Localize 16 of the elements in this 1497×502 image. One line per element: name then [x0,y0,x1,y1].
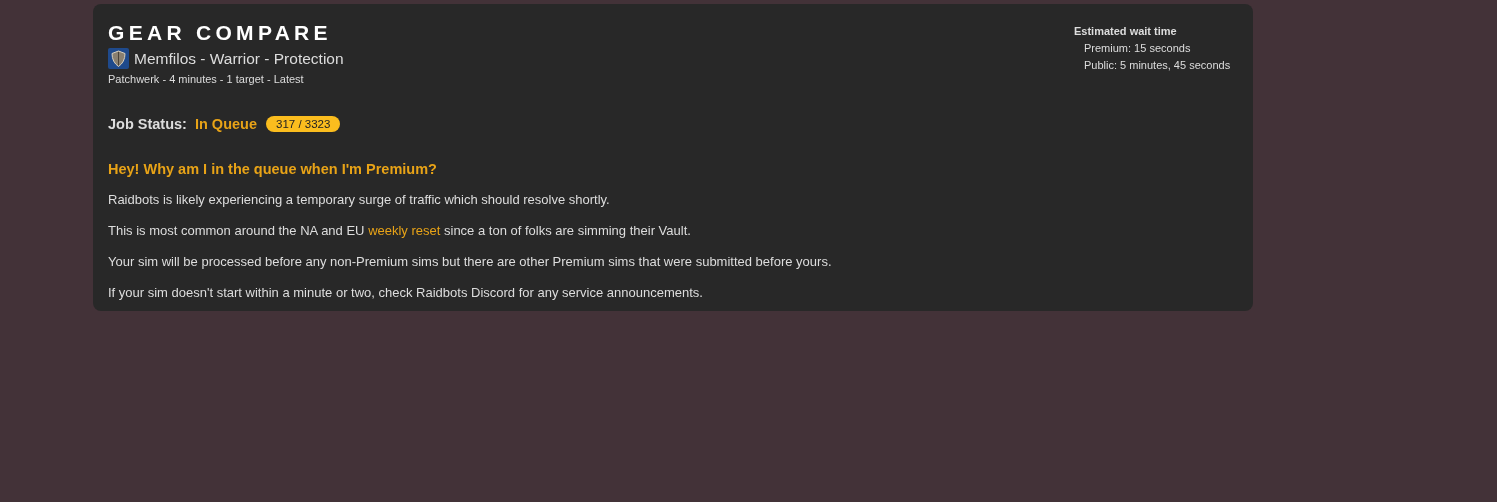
page-title: GEAR COMPARE [108,21,332,45]
shield-icon [108,48,129,69]
character-name: Memfilos - Warrior - Protection [134,49,344,68]
notice-paragraph: Raidbots is likely experiencing a temporary surge of traffic which should resolve shortly. [108,191,611,209]
wait-time-heading: Estimated wait time [1074,24,1178,39]
weekly-reset-link[interactable]: weekly reset [368,223,441,238]
notice-paragraph: If your sim doesn't start within a minute or two, check Raidbots Discord for any service announcements. [108,284,704,302]
job-status-value: In Queue [194,116,257,132]
notice-paragraph: This is most common around the NA and EU weekly reset since a ton of folks are simming their Vault. [108,222,692,240]
wait-time-line: Premium: 15 seconds [1083,41,1192,56]
sim-details: Patchwerk - 4 minutes - 1 target - Latest [108,73,304,85]
job-status-label: Job Status: [108,116,187,132]
wait-time-line: Public: 5 minutes, 45 seconds [1083,58,1232,73]
notice-heading: Hey! Why am I in the queue when I'm Premium? [108,160,437,178]
notice-paragraph: Your sim will be processed before any non-Premium sims but there are other Premium sims that were submitted before yours. [108,253,833,271]
queue-position-badge: 317 / 3323 [266,116,341,132]
